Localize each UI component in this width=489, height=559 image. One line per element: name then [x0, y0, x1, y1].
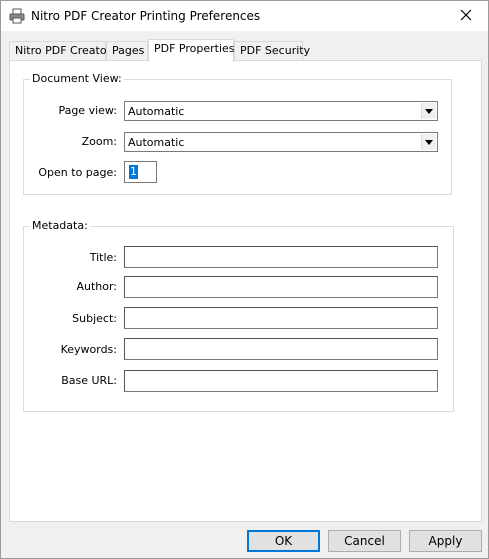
apply-button-label: Apply	[428, 534, 463, 548]
apply-button[interactable]: Apply	[409, 530, 482, 552]
cancel-button-label: Cancel	[344, 534, 385, 548]
open-to-page-label: Open to page:	[38, 166, 117, 179]
keywords-label: Keywords:	[60, 343, 117, 356]
tab-label: Nitro PDF Creator	[15, 44, 112, 57]
window-title: Nitro PDF Creator Printing Preferences	[31, 9, 261, 23]
open-to-page-input[interactable]: 1	[124, 161, 157, 183]
title-bar: Nitro PDF Creator Printing Preferences	[1, 1, 488, 31]
close-button[interactable]	[444, 1, 488, 31]
cancel-button[interactable]: Cancel	[328, 530, 401, 552]
tab-pdf-properties[interactable]: PDF Properties	[148, 39, 235, 62]
zoom-label: Zoom:	[81, 135, 117, 148]
page-view-value: Automatic	[128, 105, 185, 118]
zoom-value: Automatic	[128, 136, 185, 149]
zoom-dropdown[interactable]: Automatic	[124, 132, 438, 152]
tab-pdf-security[interactable]: PDF Security	[234, 41, 310, 61]
tab-panel: Document View: Page view: Automatic Zoom…	[9, 60, 482, 522]
preferences-window: Nitro PDF Creator Printing Preferences N…	[0, 0, 489, 559]
title-field[interactable]	[124, 246, 438, 268]
page-view-dropdown[interactable]: Automatic	[124, 101, 438, 121]
title-label: Title:	[89, 251, 117, 264]
printer-icon	[9, 8, 25, 24]
chevron-down-icon[interactable]	[421, 134, 436, 150]
metadata-legend: Metadata:	[30, 219, 90, 232]
tab-pages[interactable]: Pages	[106, 41, 148, 61]
ok-button[interactable]: OK	[247, 530, 320, 552]
chevron-down-icon[interactable]	[421, 103, 436, 119]
keywords-field[interactable]	[124, 338, 438, 360]
close-icon	[460, 9, 472, 24]
author-field[interactable]	[124, 276, 438, 298]
open-to-page-value: 1	[129, 165, 138, 179]
tab-label: PDF Properties	[154, 42, 235, 55]
author-label: Author:	[76, 280, 117, 293]
subject-field[interactable]	[124, 307, 438, 329]
ok-button-label: OK	[274, 534, 293, 548]
tab-label: PDF Security	[240, 44, 311, 57]
base-url-field[interactable]	[124, 370, 438, 392]
page-view-label: Page view:	[58, 104, 117, 117]
base-url-label: Base URL:	[61, 374, 117, 387]
document-view-legend: Document View:	[30, 72, 124, 85]
tab-label: Pages	[112, 44, 145, 57]
subject-label: Subject:	[72, 312, 117, 325]
tab-nitro-pdf-creator[interactable]: Nitro PDF Creator	[9, 41, 111, 61]
